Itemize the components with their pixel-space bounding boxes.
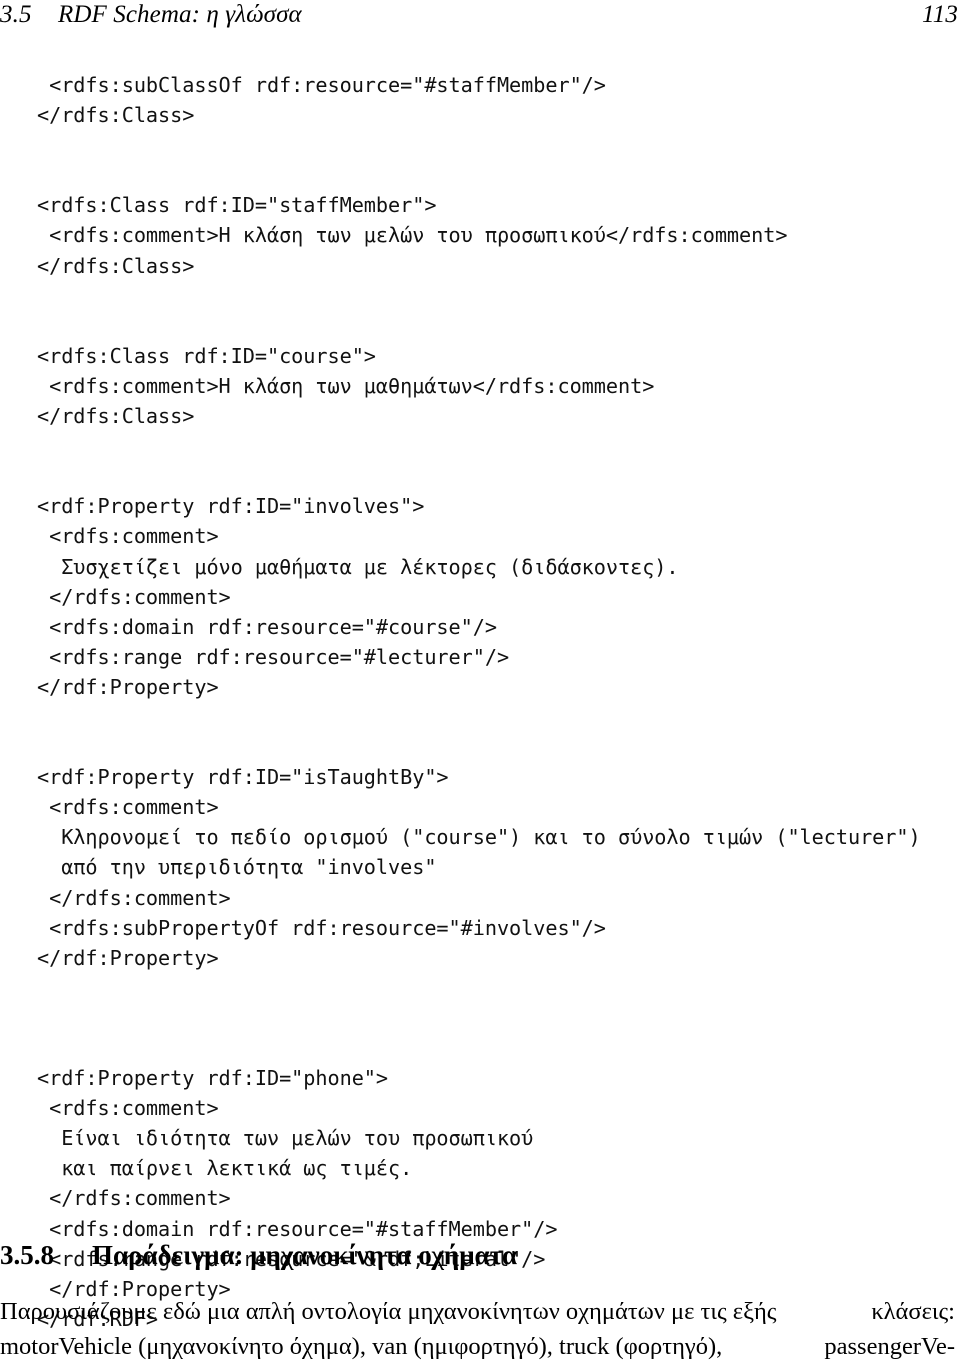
code-line: <rdfs:domain rdf:resource="#course"/> [37, 614, 497, 639]
running-header: 3.5 RDF Schema: η γλώσσα 113 [0, 0, 960, 34]
code-line: <rdfs:comment> [37, 524, 219, 549]
paragraph-line-1-left: Παρουσιάζουμε εδώ μια απλή οντολογία μηχ… [0, 1298, 777, 1325]
paragraph-line-1: Παρουσιάζουμε εδώ μια απλή οντολογία μηχ… [0, 1294, 955, 1329]
paragraph-line-2-right: passengerVe- [824, 1333, 955, 1360]
code-line: και παίρνει λεκτικά ως τιμές. [37, 1156, 413, 1181]
paragraph-line-2: motorVehicle (μηχανοκίνητο όχημα), van (… [0, 1329, 955, 1364]
code-line: </rdf:Property> [37, 674, 219, 699]
code-line: </rdfs:Class> [37, 253, 195, 278]
code-line: Κληρονομεί το πεδίο ορισμού ("course") κ… [37, 825, 921, 850]
code-line: </rdfs:comment> [37, 1186, 231, 1211]
code-line: Συσχετίζει μόνο μαθήματα με λέκτορες (δι… [37, 554, 679, 579]
code-line: <rdfs:comment> [37, 1096, 219, 1121]
code-line: <rdfs:comment> [37, 795, 219, 820]
section-heading: 3.5.8 Παράδειγμα: μηχανοκίνητα οχήματα [0, 1238, 960, 1272]
header-section-number: 3.5 [0, 1, 32, 28]
code-line: </rdfs:Class> [37, 404, 195, 429]
code-line: </rdfs:comment> [37, 584, 231, 609]
code-line: <rdf:Property rdf:ID="involves"> [37, 494, 425, 519]
code-line: <rdfs:range rdf:resource="#lecturer"/> [37, 644, 510, 669]
header-title: RDF Schema: η γλώσσα [58, 1, 302, 28]
code-line: <rdfs:comment>Η κλάση των μελών του προσ… [37, 223, 788, 248]
code-line: <rdfs:subPropertyOf rdf:resource="#invol… [37, 915, 606, 940]
code-line: Είναι ιδιότητα των μελών του προσωπικού [37, 1126, 534, 1151]
code-line: </rdf:Property> [37, 945, 219, 970]
code-line: </rdfs:Class> [37, 103, 195, 128]
code-line: <rdfs:Class rdf:ID="course"> [37, 343, 376, 368]
code-line: <rdfs:Class rdf:ID="staffMember"> [37, 193, 437, 218]
code-line: από την υπεριδιότητα "involves" [37, 855, 437, 880]
code-line: <rdf:Property rdf:ID="phone"> [37, 1066, 389, 1091]
code-line: <rdf:Property rdf:ID="isTaughtBy"> [37, 765, 449, 790]
paragraph-line-2-left: motorVehicle (μηχανοκίνητο όχημα), van (… [0, 1333, 723, 1360]
body-paragraph: Παρουσιάζουμε εδώ μια απλή οντολογία μηχ… [0, 1294, 955, 1364]
code-line: </rdfs:comment> [37, 885, 231, 910]
rdf-schema-code-listing: <rdfs:subClassOf rdf:resource="#staffMem… [37, 70, 957, 1334]
paragraph-line-1-right: κλάσεις: [871, 1298, 955, 1325]
page-number: 113 [922, 1, 958, 28]
code-line: <rdfs:subClassOf rdf:resource="#staffMem… [37, 73, 606, 97]
document-page: 3.5 RDF Schema: η γλώσσα 113 <rdfs:subCl… [0, 0, 960, 1365]
code-line: <rdfs:comment>Η κλάση των μαθημάτων</rdf… [37, 373, 655, 398]
section-number: 3.5.8 [0, 1240, 54, 1270]
section-title: Παράδειγμα: μηχανοκίνητα οχήματα [92, 1240, 518, 1270]
